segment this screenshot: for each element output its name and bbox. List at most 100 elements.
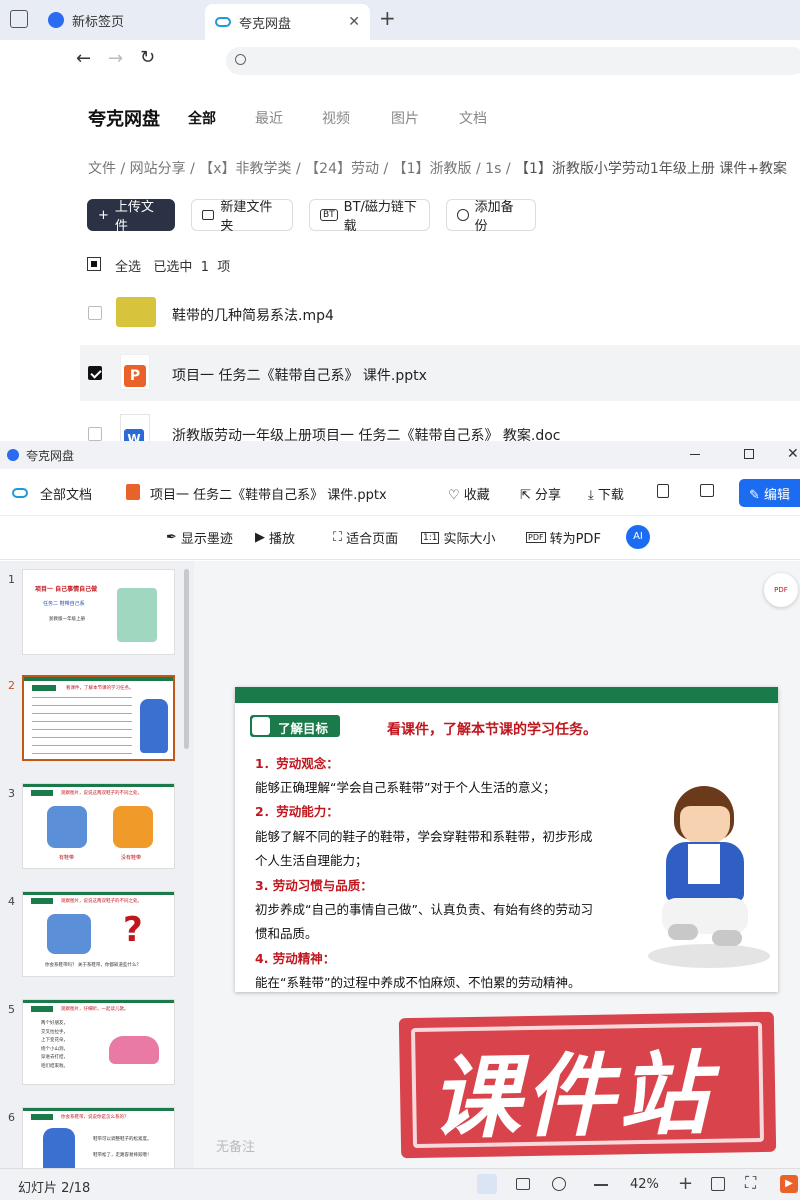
file-row[interactable]: P 项目一 任务二《鞋带自己系》 课件.pptx bbox=[80, 345, 800, 401]
globe-icon[interactable] bbox=[552, 1177, 566, 1191]
slide-tag: 了解目标 bbox=[250, 715, 340, 737]
download-button[interactable]: ⤓ 下载 bbox=[588, 484, 624, 503]
show-ink-button[interactable]: ✒ 显示墨迹 bbox=[166, 528, 233, 547]
breadcrumb: 文件 / 网站分享 / 【x】非教学类 / 【24】劳动 / 【1】浙教版 / … bbox=[88, 161, 787, 177]
zoom-level[interactable]: 42% bbox=[630, 1177, 659, 1192]
play-slideshow-icon[interactable]: ▶ bbox=[780, 1175, 798, 1193]
tab-new-tab[interactable]: 新标签页 bbox=[0, 0, 200, 40]
pdf-icon: PDF bbox=[526, 532, 546, 543]
new-folder-button[interactable]: 新建文件夹 bbox=[191, 199, 293, 234]
tab-label: 夸克网盘 bbox=[239, 16, 292, 32]
slide-thumbnail[interactable]: 你会系鞋带，说说你是怎么系的？ 鞋带可以调整鞋子的松紧度。 鞋带松了，走路容易摔… bbox=[22, 1107, 175, 1168]
favorite-button[interactable]: ♡ 收藏 bbox=[448, 484, 490, 503]
feather-icon: ✒ bbox=[166, 530, 177, 545]
file-name: 项目一 任务二《鞋带自己系》 课件.pptx bbox=[172, 368, 427, 384]
play-button[interactable]: ▶ 播放 bbox=[255, 528, 295, 547]
viewer-toolbar bbox=[0, 516, 800, 560]
export-icon[interactable] bbox=[657, 484, 669, 498]
category-all[interactable]: 全部 bbox=[188, 108, 216, 128]
actual-size-button[interactable]: 1:1 实际大小 bbox=[421, 528, 496, 547]
category-image[interactable]: 图片 bbox=[391, 108, 419, 128]
watermark-stamp: 课件站 bbox=[398, 1011, 777, 1159]
category-docs[interactable]: 文档 bbox=[459, 108, 487, 128]
cloud-icon bbox=[215, 17, 231, 27]
breadcrumb-item[interactable]: 【1】浙教版小学劳动1年级上册 课件+教案 bbox=[515, 161, 787, 177]
shoe-illustration bbox=[109, 1036, 159, 1064]
category-recent[interactable]: 最近 bbox=[255, 108, 283, 128]
bt-download-button[interactable]: BT BT/磁力链下载 bbox=[309, 199, 430, 234]
fullscreen-icon[interactable]: ⛶ bbox=[745, 1173, 756, 1193]
notes-view-icon[interactable] bbox=[516, 1178, 530, 1190]
breadcrumb-item[interactable]: 文件 bbox=[88, 161, 116, 177]
zoom-in-button[interactable]: + bbox=[678, 1173, 693, 1194]
tab-label: 新标签页 bbox=[72, 14, 125, 30]
quark-logo-icon bbox=[7, 449, 19, 461]
file-row[interactable]: 鞋带的几种简易系法.mp4 bbox=[80, 285, 800, 341]
slide-thumbnail-active[interactable]: 看课件，了解本节课的学习任务。 bbox=[22, 675, 175, 761]
file-checkbox[interactable] bbox=[88, 306, 102, 320]
feedback-icon[interactable] bbox=[700, 484, 714, 497]
slide-thumbnail[interactable]: 观察图片，仔细听，一起读儿歌。 两个好朋友， 交叉拉拉手， 上下变花朵， 绕个小… bbox=[22, 999, 175, 1085]
slide-thumbnail[interactable]: 项目一 自己事情自己做 任务二 鞋带自己系 浙教版一年级上册 bbox=[22, 569, 175, 655]
file-name: 鞋带的几种简易系法.mp4 bbox=[172, 308, 334, 324]
slide-view-icon[interactable] bbox=[477, 1174, 497, 1194]
zoom-out-button[interactable] bbox=[594, 1184, 608, 1186]
breadcrumb-item[interactable]: 1s bbox=[485, 161, 501, 177]
cloud-icon bbox=[12, 488, 28, 498]
file-checkbox[interactable] bbox=[88, 366, 102, 380]
thumb-scrollbar[interactable] bbox=[184, 569, 189, 749]
select-all-checkbox[interactable] bbox=[87, 257, 101, 271]
play-icon: ▶ bbox=[255, 530, 265, 545]
actual-size-icon: 1:1 bbox=[421, 531, 440, 544]
share-button[interactable]: ⇱ 分享 bbox=[520, 484, 561, 503]
search-icon bbox=[235, 54, 246, 65]
boy-illustration bbox=[117, 588, 157, 642]
breadcrumb-item[interactable]: 【24】劳动 bbox=[305, 161, 379, 177]
close-icon[interactable]: ✕ bbox=[787, 446, 799, 462]
fit-page-button[interactable]: ⛶ 适合页面 bbox=[333, 528, 398, 547]
fit-icon: ⛶ bbox=[333, 530, 343, 545]
breadcrumb-item[interactable]: 【x】非教学类 bbox=[199, 161, 291, 177]
pdf-float-button[interactable]: PDF bbox=[764, 573, 798, 607]
file-row[interactable]: W 浙教版劳动一年级上册项目一 任务二《鞋带自己系》 教案.doc bbox=[80, 405, 800, 441]
all-docs-link[interactable]: 全部文档 bbox=[40, 484, 92, 503]
video-thumbnail-icon bbox=[116, 297, 156, 327]
file-title: 项目一 任务二《鞋带自己系》 课件.pptx bbox=[150, 488, 387, 503]
close-icon[interactable]: ✕ bbox=[348, 14, 360, 30]
reload-icon[interactable]: ↻ bbox=[140, 47, 155, 68]
category-video[interactable]: 视频 bbox=[322, 108, 350, 128]
new-tab-button[interactable]: + bbox=[379, 6, 396, 30]
quark-logo-icon bbox=[48, 12, 64, 28]
file-name: 浙教版劳动一年级上册项目一 任务二《鞋带自己系》 教案.doc bbox=[172, 428, 561, 441]
address-bar[interactable] bbox=[226, 47, 800, 75]
maximize-icon[interactable] bbox=[744, 449, 754, 459]
viewer-status-bar: 幻灯片 2/18 42% + ⛶ ▶ bbox=[0, 1168, 800, 1200]
add-backup-button[interactable]: 添加备份 bbox=[446, 199, 536, 234]
pptx-icon bbox=[126, 484, 140, 500]
bt-icon: BT bbox=[320, 209, 338, 221]
current-slide: 了解目标 看课件，了解本节课的学习任务。 1．劳动观念： 能够正确理解“学会自己… bbox=[235, 687, 778, 992]
slide-indicator: 幻灯片 2/18 bbox=[18, 1181, 91, 1196]
slide-thumbnail[interactable]: 观察图片，说说这两双鞋子的不同之处。 ? 你会系鞋带吗？ 关于系鞋带，你都知道些… bbox=[22, 891, 175, 977]
boy-tying-shoe-illustration bbox=[640, 772, 770, 982]
forward-icon[interactable]: → bbox=[108, 48, 123, 69]
breadcrumb-item[interactable]: 网站分享 bbox=[130, 161, 186, 177]
tab-quark-drive[interactable]: 夸克网盘 ✕ bbox=[205, 4, 370, 40]
upload-button[interactable]: + 上传文件 bbox=[87, 199, 175, 234]
fit-screen-icon[interactable] bbox=[711, 1177, 725, 1191]
ai-button[interactable]: AI bbox=[626, 525, 650, 549]
drive-brand: 夸克网盘 bbox=[88, 109, 160, 130]
download-icon: ⤓ bbox=[588, 488, 594, 503]
breadcrumb-item[interactable]: 【1】浙教版 bbox=[393, 161, 472, 177]
slide-thumbnail[interactable]: 观察图片，说说这两双鞋子的不同之处。 有鞋带 没有鞋带 bbox=[22, 783, 175, 869]
edit-button[interactable]: ✎ 编辑 bbox=[739, 479, 800, 507]
minimize-icon[interactable] bbox=[690, 454, 700, 455]
to-pdf-button[interactable]: PDF 转为PDF bbox=[526, 528, 601, 547]
file-checkbox[interactable] bbox=[88, 427, 102, 441]
thumbnail-panel: 1 项目一 自己事情自己做 任务二 鞋带自己系 浙教版一年级上册 2 看课件，了… bbox=[0, 561, 194, 1168]
heart-icon: ♡ bbox=[448, 488, 460, 503]
sync-icon bbox=[457, 209, 469, 221]
back-icon[interactable]: ← bbox=[76, 48, 91, 69]
selection-summary: 全选 已选中 1 项 bbox=[115, 260, 231, 275]
slide-top-bar bbox=[235, 687, 778, 703]
